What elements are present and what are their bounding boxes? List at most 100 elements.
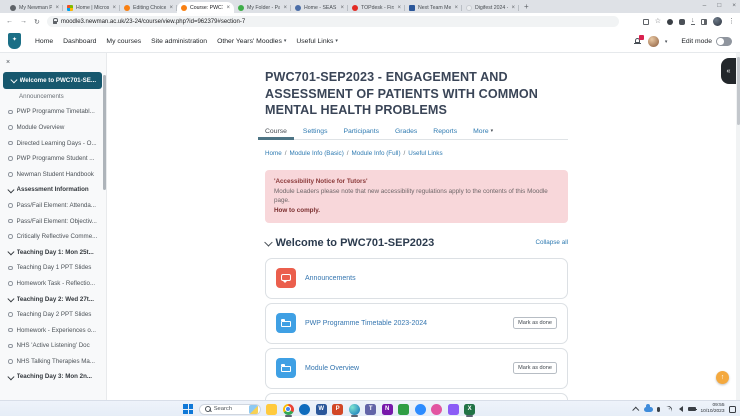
breadcrumb-link[interactable]: Module Info (Full) xyxy=(352,150,401,157)
start-button[interactable] xyxy=(183,403,194,415)
nav-link[interactable]: Dashboard ▾ xyxy=(63,38,96,45)
user-menu-caret-icon[interactable]: ▾ xyxy=(665,39,668,45)
folder[interactable] xyxy=(447,403,459,415)
url-text[interactable]: moodle3.newman.ac.uk/23-24/course/view.p… xyxy=(61,19,245,25)
course-index-item[interactable]: PWP Programme Student ... xyxy=(0,151,102,167)
browser-tab[interactable]: My Newman Portal × xyxy=(6,2,63,13)
battery-icon[interactable] xyxy=(687,407,697,411)
hidden-icons-chevron[interactable] xyxy=(632,406,640,414)
course-tab[interactable]: Reports ▾ xyxy=(433,128,457,135)
course-tab[interactable]: More ▾ xyxy=(473,128,493,135)
breadcrumb-item[interactable]: Module Info (Basic) / xyxy=(290,150,349,157)
newman-logo[interactable] xyxy=(8,33,21,49)
edge[interactable] xyxy=(348,403,360,417)
course-index-item[interactable]: Welcome to PWC701-SE... xyxy=(3,72,102,89)
bookmark-star-icon[interactable]: ☆ xyxy=(655,18,661,25)
taskbar-search[interactable]: Search xyxy=(198,403,261,415)
breadcrumb-item[interactable]: Home / xyxy=(265,150,287,157)
chrome[interactable] xyxy=(282,403,294,417)
edit-mode-toggle[interactable] xyxy=(716,37,732,46)
refresh-icon[interactable]: ↻ xyxy=(34,18,40,26)
wifi-icon[interactable] xyxy=(663,404,674,414)
taskbar-clock[interactable]: 09:55 10/10/2023 xyxy=(700,403,724,415)
browser-tab[interactable]: Digifest 2024 - deliv... × xyxy=(462,2,519,13)
tab-close-icon[interactable]: × xyxy=(340,5,344,11)
course-index-item[interactable]: PWP Programme Timetabl... xyxy=(0,104,102,120)
browser-profile-avatar[interactable] xyxy=(713,17,722,26)
course-index-item[interactable]: NHS 'Active Listening' Doc xyxy=(0,338,102,354)
course-index-item[interactable]: Teaching Day 3: Mon 2n... xyxy=(0,369,102,385)
extension-icon-2[interactable] xyxy=(679,18,685,25)
tab-close-icon[interactable]: × xyxy=(511,5,515,11)
course-index-item[interactable]: Teaching Day 1: Mon 25t... xyxy=(0,244,102,260)
tab-close-icon[interactable]: × xyxy=(169,5,173,11)
course-index-item[interactable]: Newman Student Handbook xyxy=(0,166,102,182)
tab-close-icon[interactable]: × xyxy=(55,5,59,11)
share-icon[interactable] xyxy=(642,18,649,25)
course-tab[interactable]: Course ▾ xyxy=(258,128,294,140)
course-index-item[interactable]: Teaching Day 2: Wed 27t... xyxy=(0,291,102,307)
extension-icon[interactable] xyxy=(667,18,673,25)
user-avatar[interactable] xyxy=(647,36,659,47)
chevron-down-icon[interactable] xyxy=(264,238,273,247)
open-block-drawer-button[interactable]: « xyxy=(721,58,736,84)
tab-close-icon[interactable]: × xyxy=(454,5,458,11)
course-index-item[interactable]: Critically Reflective Comme... xyxy=(0,229,102,245)
mark-as-done-button[interactable]: Mark as done xyxy=(513,362,557,375)
nav-link[interactable]: Site administration ▾ xyxy=(151,38,207,45)
nav-link[interactable]: My courses ▾ xyxy=(106,38,141,45)
breadcrumb-link[interactable]: Home xyxy=(265,150,282,157)
nav-link[interactable]: Other Years' Moodles ▾ xyxy=(217,38,286,45)
window-maximize-icon[interactable]: □ xyxy=(717,0,721,12)
onenote[interactable]: N xyxy=(381,403,393,415)
course-index-item[interactable]: Homework Task - Reflectio... xyxy=(0,276,102,292)
breadcrumb-item[interactable]: Useful Links / xyxy=(408,150,442,157)
outlook[interactable] xyxy=(299,403,311,415)
course-index-item[interactable]: Module Overview xyxy=(0,120,102,136)
tab-close-icon[interactable]: × xyxy=(226,5,230,11)
course-index-item[interactable]: Teaching Day 1 PPT Slides xyxy=(0,260,102,276)
panopto[interactable] xyxy=(398,403,410,415)
course-tab[interactable]: Participants ▾ xyxy=(343,128,379,135)
sidebar-scrollbar[interactable] xyxy=(103,75,106,190)
forward-icon[interactable]: → xyxy=(20,18,27,26)
course-index-item[interactable]: Assessment Information xyxy=(0,182,102,198)
course-index-item[interactable]: NHS Talking Therapies Ma... xyxy=(0,354,102,370)
course-index-item[interactable]: Directed Learning Days - O... xyxy=(0,135,102,151)
address-bar[interactable]: moodle3.newman.ac.uk/23-24/course/view.p… xyxy=(46,16,619,27)
excel[interactable]: X xyxy=(464,403,476,417)
onedrive-icon[interactable] xyxy=(643,404,653,412)
breadcrumb-item[interactable]: Module Info (Full) / xyxy=(352,150,406,157)
browser-tab[interactable]: TOPdesk - First tim... × xyxy=(348,2,405,13)
word[interactable]: W xyxy=(315,403,327,415)
zoom[interactable] xyxy=(414,403,426,415)
course-index-item[interactable]: Announcements xyxy=(0,89,102,105)
activity-link[interactable]: PWP Programme Timetable 2023-2024 xyxy=(305,320,504,327)
window-minimize-icon[interactable]: – xyxy=(703,0,707,12)
nav-link[interactable]: Useful Links ▾ xyxy=(296,38,338,45)
browser-tab[interactable]: Course: PWC701-SE... × xyxy=(177,2,234,13)
window-close-icon[interactable]: × xyxy=(732,0,736,12)
side-panel-icon[interactable] xyxy=(700,18,707,25)
nav-link[interactable]: Home ▾ xyxy=(35,38,53,45)
close-drawer-icon[interactable]: × xyxy=(6,59,10,66)
back-icon[interactable]: ← xyxy=(6,18,13,26)
volume-icon[interactable] xyxy=(676,406,684,412)
tab-close-icon[interactable]: × xyxy=(397,5,401,11)
course-index-item[interactable]: Teaching Day 2 PPT Slides xyxy=(0,307,102,323)
tab-close-icon[interactable]: × xyxy=(112,5,116,11)
tab-close-icon[interactable]: × xyxy=(283,5,287,11)
teams[interactable]: T xyxy=(365,403,377,415)
page-scrollbar[interactable] xyxy=(736,53,740,400)
browser-tab[interactable]: My Folder - Panopto × xyxy=(234,2,291,13)
browser-tab[interactable]: Home | Microsoft 365 × xyxy=(63,2,120,13)
collapse-all-link[interactable]: Collapse all xyxy=(535,239,568,246)
browser-tab[interactable]: Next Team Meeting... × xyxy=(405,2,462,13)
browser-tab[interactable]: Editing Choice × xyxy=(120,2,177,13)
powerpoint[interactable]: P xyxy=(332,403,344,415)
breadcrumb-link[interactable]: Useful Links xyxy=(408,150,442,157)
course-tab[interactable]: Grades ▾ xyxy=(395,128,417,135)
notice-link[interactable]: How to comply. xyxy=(274,206,559,216)
course-index-item[interactable]: Homework - Experiences o... xyxy=(0,322,102,338)
browser-tab[interactable]: Home - SEAS × xyxy=(291,2,348,13)
